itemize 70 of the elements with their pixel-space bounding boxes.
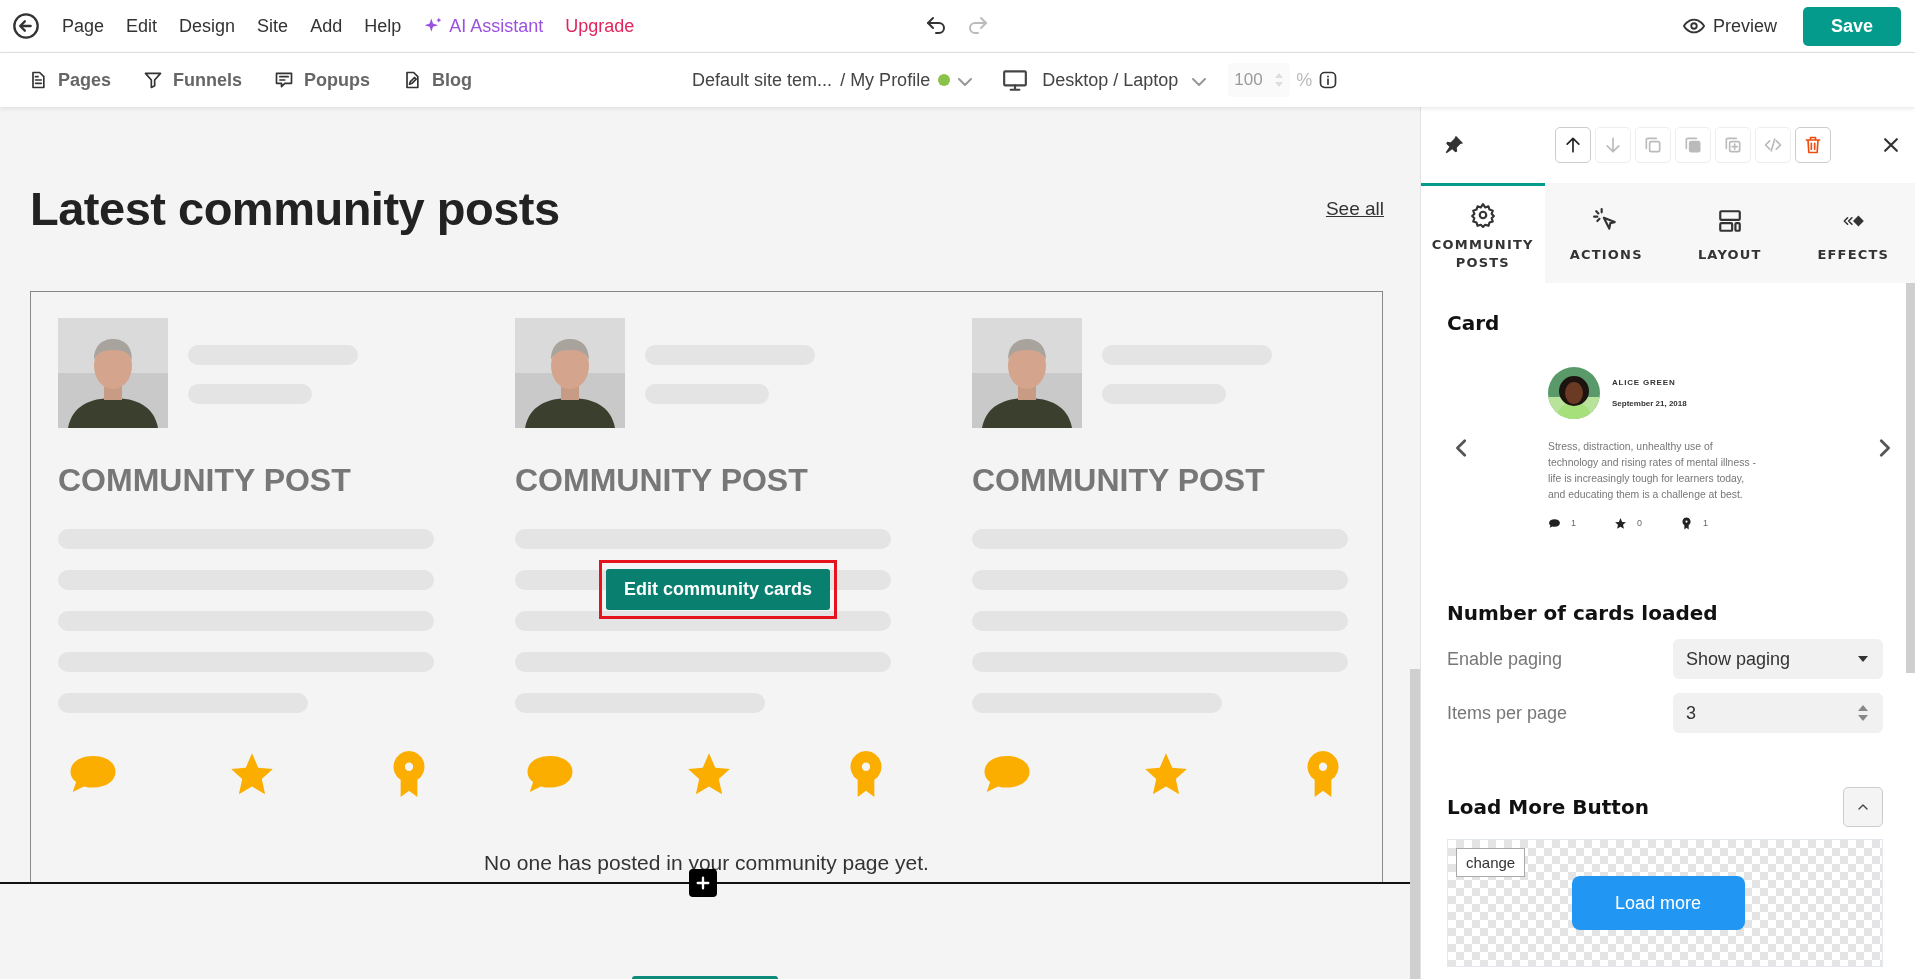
code-icon (1763, 135, 1783, 155)
pin-icon (1443, 134, 1465, 156)
toolbar-button[interactable] (1555, 127, 1591, 163)
post-title: COMMUNITY POST (58, 462, 352, 499)
settings-icon (1469, 202, 1496, 228)
funnel-icon (143, 70, 164, 90)
site-template-name[interactable]: Default site tem... (692, 69, 833, 91)
chat-message-icon (274, 70, 295, 90)
star-icon (1614, 516, 1627, 530)
menu-item[interactable]: Help (364, 15, 402, 37)
edit-cards-button[interactable]: Edit community cards (606, 569, 831, 610)
award-ribbon-icon (1680, 516, 1694, 530)
scrollbar-thumb[interactable] (1906, 283, 1915, 673)
plus-icon (695, 875, 711, 891)
chevron-down-icon (958, 77, 973, 86)
change-button[interactable]: change (1456, 848, 1526, 877)
duplicate-icon (1683, 135, 1703, 155)
stepper-arrows-icon (1274, 72, 1285, 88)
post-title: COMMUNITY POST (515, 462, 809, 499)
menu-item[interactable]: Add (310, 15, 343, 37)
post-date: September 21, 2018 (1612, 398, 1687, 408)
ai-assistant-link[interactable]: AI Assistant (423, 15, 544, 37)
device-selector[interactable]: Desktop / Laptop (1042, 69, 1179, 91)
panel-tab[interactable]: LAYOUT (1668, 183, 1792, 283)
comment-icon (1548, 516, 1561, 530)
nav-tab[interactable]: Pages (28, 69, 112, 91)
section-title: Number of cards loaded (1447, 601, 1719, 625)
stat-count: 0 (1637, 518, 1643, 528)
arrow-down-icon (1603, 135, 1623, 155)
scrollbar-thumb[interactable] (1410, 669, 1420, 979)
select-field[interactable]: Show paging (1673, 639, 1883, 679)
increment-icon[interactable] (1857, 704, 1869, 712)
percent-label: % (1296, 69, 1313, 91)
page-name[interactable]: / My Profile (840, 69, 931, 91)
menu-item[interactable]: Site (257, 15, 289, 37)
stat-count: 1 (1703, 518, 1709, 528)
back-icon (12, 12, 40, 40)
panel-tab[interactable]: ACTIONS (1544, 183, 1668, 283)
section-title: Card (1447, 311, 1501, 335)
layout-icon (1716, 208, 1743, 234)
nav-tab[interactable]: Popups (274, 69, 371, 91)
section-title: Load More Button (1447, 795, 1649, 819)
caret-down-icon (1857, 655, 1869, 663)
preview-button[interactable]: Preview (1682, 15, 1777, 37)
nav-tab[interactable]: Blog (402, 69, 473, 91)
post-excerpt: Stress, distraction, unhealthy use of technology and rising rates of mental illness - life is increasingly tough for learners today, and educating them is a challenge at best. (1548, 439, 1757, 502)
nav-tab[interactable]: Funnels (143, 69, 243, 91)
copy-icon (1643, 135, 1663, 155)
author-name: ALICE GREEN (1612, 377, 1677, 387)
monitor-icon (1002, 67, 1029, 93)
menu-item[interactable]: Page (62, 15, 105, 37)
close-icon (1881, 135, 1901, 155)
number-field[interactable]: 3 (1673, 693, 1883, 733)
field-label: Enable paging (1447, 648, 1563, 670)
menu-item[interactable]: Design (179, 15, 236, 37)
chevron-down-icon (1192, 77, 1207, 86)
field-label: Items per page (1447, 702, 1568, 724)
add-copy-icon (1723, 135, 1743, 155)
section-heading: Latest community posts (30, 181, 560, 236)
upgrade-link[interactable]: Upgrade (565, 15, 635, 37)
info-icon (1318, 70, 1339, 90)
trash-icon (1803, 135, 1823, 155)
close-button[interactable] (1881, 135, 1901, 155)
panel-tab[interactable]: EFFECTS (1791, 183, 1915, 283)
arrow-up-icon (1563, 135, 1583, 155)
post-title: COMMUNITY POST (972, 462, 1266, 499)
see-all-link[interactable]: See all (1325, 197, 1384, 220)
menu-item[interactable]: Edit (126, 15, 158, 37)
decrement-icon[interactable] (1857, 714, 1869, 722)
stat-count: 1 (1571, 518, 1576, 528)
